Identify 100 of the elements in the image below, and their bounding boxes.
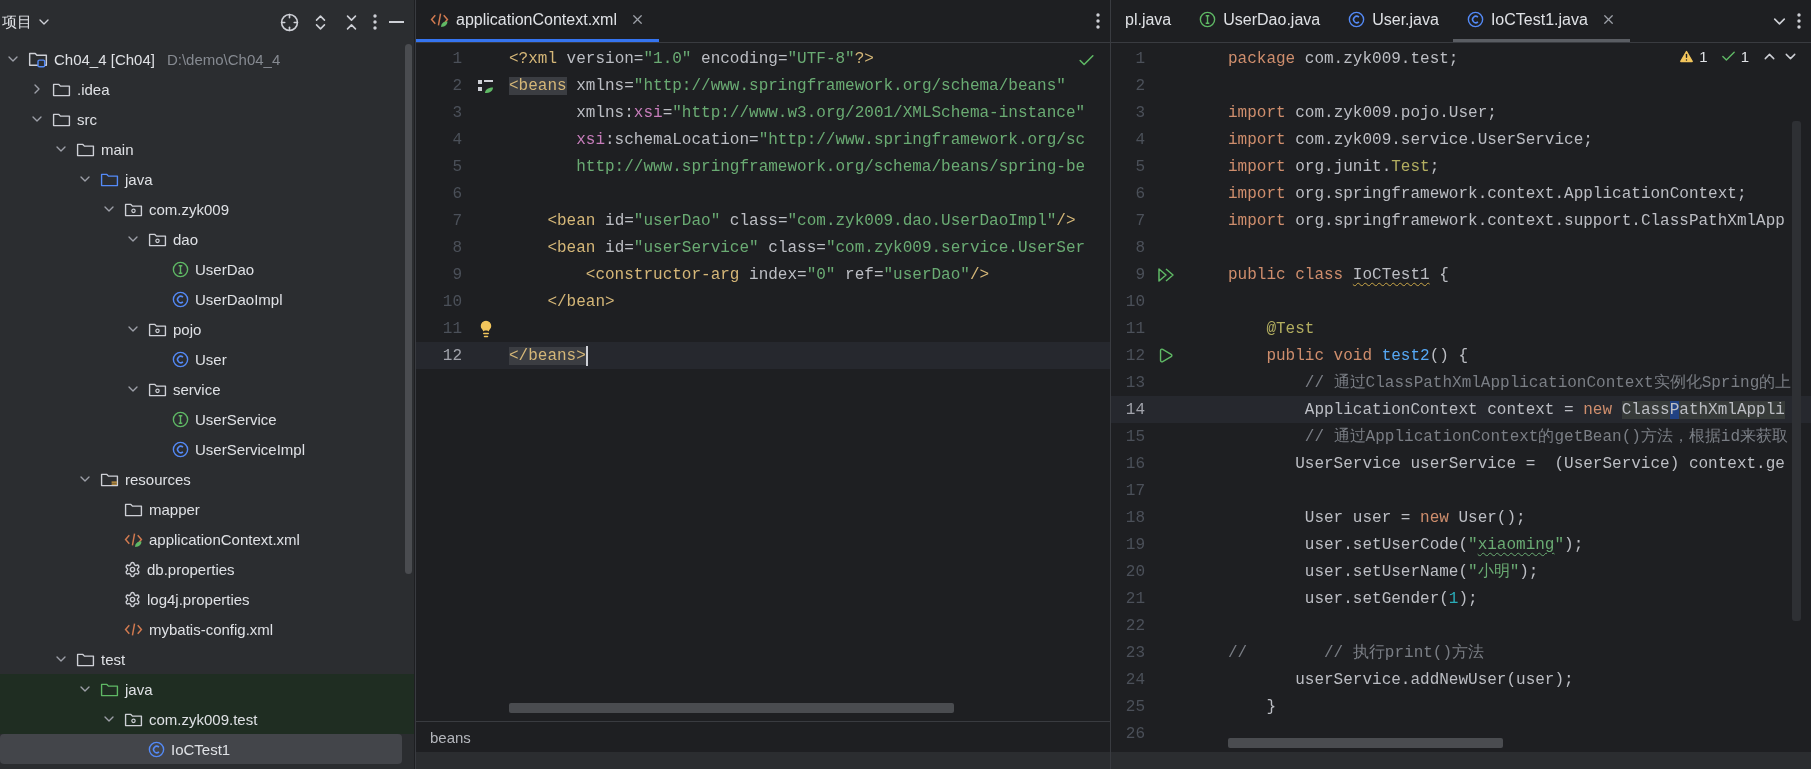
tree-item[interactable]: resources xyxy=(0,464,414,494)
scrollbar[interactable] xyxy=(405,44,412,574)
code-line: <constructor-arg index="0" ref="userDao"/> xyxy=(584,265,990,284)
bean-icon[interactable] xyxy=(476,77,495,94)
warning-count[interactable]: 1 xyxy=(1699,48,1708,65)
code-line: userService.addNewUser(user); xyxy=(1294,670,1574,689)
crosshair-icon xyxy=(280,12,299,32)
code-line: UserService userService = (UserService) context.ge xyxy=(1294,454,1785,473)
tree-item[interactable]: db.properties xyxy=(0,554,414,584)
code-line: import com.zyk009.service.UserService; xyxy=(1228,130,1593,149)
tree-item[interactable]: UserDao xyxy=(0,254,414,284)
line-number: 12 xyxy=(441,346,462,365)
tree-item[interactable]: java xyxy=(0,164,414,194)
code-line: @Test xyxy=(1265,319,1315,338)
tree-item-label: main xyxy=(101,140,134,158)
tree-item-label: db.properties xyxy=(147,560,235,578)
breadcrumb[interactable]: beans xyxy=(430,728,471,746)
tree-item[interactable]: test xyxy=(0,644,414,674)
editor-tab[interactable]: UserDao.java xyxy=(1185,0,1335,42)
tree-item-label: com.zyk009 xyxy=(149,200,230,218)
scrollbar[interactable] xyxy=(1228,738,1503,748)
interface-icon xyxy=(1199,11,1217,28)
tree-item[interactable]: com.zyk009.test xyxy=(0,704,414,734)
run-icon[interactable] xyxy=(1157,347,1174,364)
tree-item[interactable]: log4j.properties xyxy=(0,584,414,614)
tree-item-label: dao xyxy=(173,230,199,248)
tree-item[interactable]: com.zyk009 xyxy=(0,194,414,224)
code-line: // // 执行print()方法 xyxy=(1228,642,1485,663)
code-line: User user = new User(); xyxy=(1303,508,1526,527)
tree-item[interactable]: src xyxy=(0,104,414,134)
tree-item[interactable]: main xyxy=(0,134,414,164)
interface-icon xyxy=(172,260,189,278)
tree-item[interactable]: UserDaoImpl xyxy=(0,284,414,314)
panel-title[interactable]: 项目 xyxy=(2,12,32,32)
tree-item[interactable]: applicationContext.xml xyxy=(0,524,414,554)
tree-item[interactable]: User xyxy=(0,344,414,374)
class-icon xyxy=(172,290,189,308)
tree-item-label: service xyxy=(173,380,221,398)
tree-item[interactable]: pojo xyxy=(0,314,414,344)
tree-item-label: User xyxy=(195,350,227,368)
tree-item-label: java xyxy=(125,680,153,698)
tree-item-label: applicationContext.xml xyxy=(149,530,300,548)
class-icon xyxy=(172,440,189,458)
code-line: import org.springframework.context.ApplicationContext; xyxy=(1228,184,1747,203)
warning-icon[interactable] xyxy=(1678,48,1696,65)
tree-item-label: UserDaoImpl xyxy=(195,290,283,308)
code-line: user.setUserCode("xiaoming"); xyxy=(1303,535,1584,554)
tree-item[interactable]: service xyxy=(0,374,414,404)
code-line: // 通过ClassPathXmlApplicationContext实例化Spring的上 xyxy=(1303,372,1792,393)
tree-item[interactable]: UserServiceImpl xyxy=(0,434,414,464)
scrollbar[interactable] xyxy=(509,703,954,713)
tree-item-label: log4j.properties xyxy=(147,590,250,608)
tree-item-label: UserDao xyxy=(195,260,255,278)
tree-item-label: src xyxy=(77,110,97,128)
tree-item-label: IoCTest1 xyxy=(171,740,231,758)
code-line: ApplicationContext context = new ClassPathXmlAppli xyxy=(1303,400,1785,419)
editor-tab[interactable]: pl.java xyxy=(1111,0,1186,42)
code-line: user.setUserName("小明"); xyxy=(1303,561,1539,582)
tree-item[interactable]: java xyxy=(0,674,414,704)
code-line: <?xml version="1.0" encoding="UTF-8"?> xyxy=(509,49,874,68)
tree-item[interactable]: .idea xyxy=(0,74,414,104)
code-line: import com.zyk009.pojo.User; xyxy=(1228,103,1497,122)
typo-count[interactable]: 1 xyxy=(1740,48,1749,65)
run-all-icon[interactable] xyxy=(1157,266,1177,283)
code-line: xmlns:xsi="http://www.w3.org/2001/XMLSchema-instance" xyxy=(575,103,1086,122)
more-icon xyxy=(1797,13,1801,29)
tree-item-label: .idea xyxy=(77,80,110,98)
code-line: public void test2() { xyxy=(1265,346,1469,365)
class-icon xyxy=(1466,11,1484,28)
spring-xml-icon xyxy=(430,11,449,28)
gear-icon xyxy=(124,590,141,608)
line-number: 14 xyxy=(1124,400,1146,419)
minimize-icon xyxy=(389,21,404,23)
tree-item[interactable]: dao xyxy=(0,224,414,254)
gear-icon xyxy=(124,560,141,578)
tree-item[interactable]: mapper xyxy=(0,494,414,524)
more-icon xyxy=(1096,13,1100,29)
tree-item[interactable]: Ch04_4 [Ch04] D:\demo\Ch04_4 xyxy=(0,44,414,74)
code-line: http://www.springframework.org/schema/beans/spring-be xyxy=(575,157,1086,176)
tree-item-label: UserService xyxy=(195,410,277,428)
tree-item[interactable]: IoCTest1 xyxy=(0,734,402,764)
tree-item-label: mapper xyxy=(149,500,200,518)
code-line: user.setGender(1); xyxy=(1303,589,1478,608)
tree-item-label: java xyxy=(125,170,153,188)
code-line: <bean id="userDao" class="com.zyk009.dao.UserDaoImpl"/> xyxy=(546,211,1076,230)
tree-item-label: UserServiceImpl xyxy=(195,440,306,458)
class-icon xyxy=(1348,11,1366,28)
tree-item-label: Ch04_4 [Ch04] xyxy=(54,50,155,68)
module-path: D:\demo\Ch04_4 xyxy=(166,50,281,68)
tree-item[interactable]: UserService xyxy=(0,404,414,434)
code-line: public class IoCTest1 { xyxy=(1228,265,1449,284)
code-line: import org.junit.Test; xyxy=(1228,157,1440,176)
code-line: // 通过ApplicationContext的getBean()方法，根据id来获取 xyxy=(1303,426,1789,447)
interface-icon xyxy=(172,410,189,428)
editor-tab[interactable]: User.java xyxy=(1334,0,1453,42)
code-line: } xyxy=(1265,697,1276,716)
tree-item[interactable]: mybatis-config.xml xyxy=(0,614,414,644)
editor-tab[interactable]: IoCTest1.java xyxy=(1452,0,1630,42)
tree-item-label: com.zyk009.test xyxy=(149,710,258,728)
editor-tab[interactable]: applicationContext.xml xyxy=(416,0,659,42)
